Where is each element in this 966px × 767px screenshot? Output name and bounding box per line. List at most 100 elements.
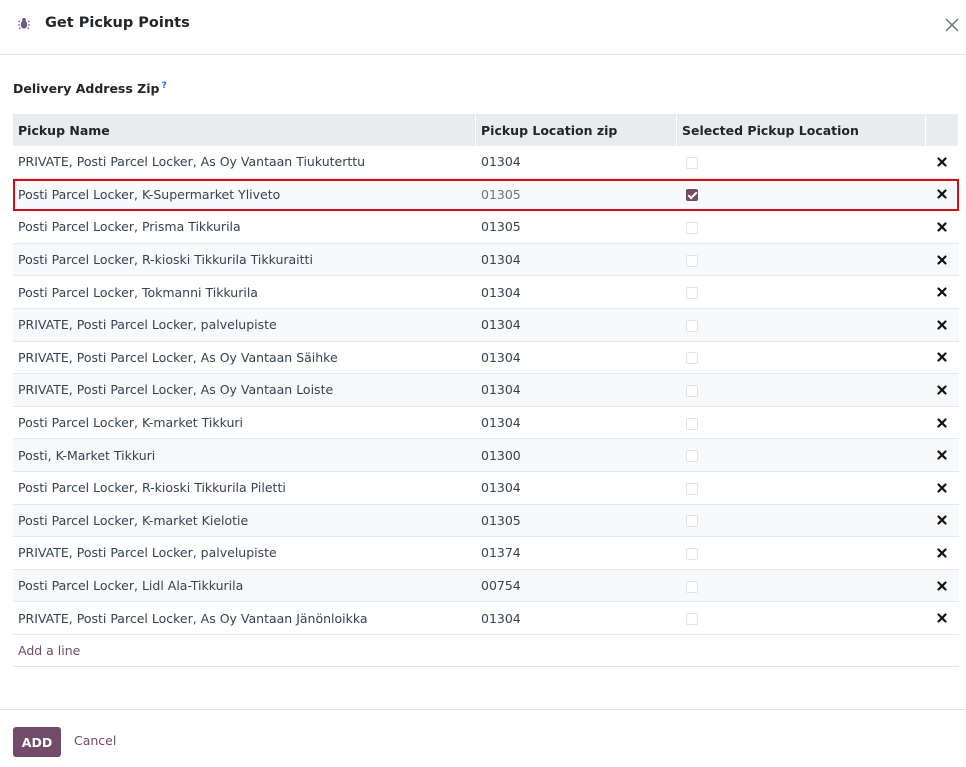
- selected-checkbox[interactable]: [686, 547, 698, 560]
- table-row[interactable]: Posti Parcel Locker, Tokmanni Tikkurila 0…: [13, 276, 959, 309]
- selected-cell: [677, 545, 926, 560]
- pickup-name-cell[interactable]: PRIVATE, Posti Parcel Locker, As Oy Vant…: [13, 611, 476, 626]
- pickup-zip-cell[interactable]: 01304: [476, 611, 677, 626]
- delete-row-button[interactable]: [926, 222, 959, 232]
- delete-row-button[interactable]: [926, 417, 959, 428]
- pickup-name-cell[interactable]: PRIVATE, Posti Parcel Locker, As Oy Vant…: [13, 154, 476, 169]
- selected-checkbox[interactable]: [686, 515, 698, 528]
- table-header: Pickup Name Pickup Location zip Selected…: [13, 114, 959, 146]
- selected-cell: [677, 448, 926, 463]
- table-row[interactable]: Posti Parcel Locker, Prisma Tikkurila 013…: [13, 211, 959, 244]
- delete-row-button[interactable]: [926, 287, 959, 297]
- pickup-zip-cell[interactable]: 01304: [476, 252, 677, 267]
- add-line-link[interactable]: Add a line: [18, 643, 80, 658]
- delete-x-icon: [937, 189, 947, 199]
- selected-checkbox[interactable]: [686, 254, 698, 267]
- delete-row-button[interactable]: [926, 254, 959, 265]
- close-icon[interactable]: [941, 14, 963, 36]
- pickup-name-cell[interactable]: Posti Parcel Locker, Lidl Ala-Tikkurila: [13, 578, 476, 593]
- delete-row-button[interactable]: [926, 189, 959, 199]
- delete-x-icon: [937, 450, 947, 460]
- delete-row-button[interactable]: [926, 352, 959, 362]
- pickup-zip-cell[interactable]: 01304: [476, 382, 677, 397]
- selected-cell: [677, 219, 926, 234]
- pickup-zip-cell[interactable]: 01305: [476, 513, 677, 528]
- delete-x-icon: [937, 417, 947, 428]
- delete-x-icon: [937, 515, 947, 525]
- pickup-name-cell[interactable]: Posti Parcel Locker, K-market Tikkuri: [13, 415, 476, 430]
- pickup-name-cell[interactable]: PRIVATE, Posti Parcel Locker, palvelupis…: [13, 317, 476, 332]
- pickup-zip-cell[interactable]: 01305: [476, 187, 677, 202]
- pickup-name-cell[interactable]: Posti Parcel Locker, Tokmanni Tikkurila: [13, 285, 476, 300]
- pickup-name-cell[interactable]: Posti Parcel Locker, R-kioski Tikkurila …: [13, 480, 476, 495]
- table-row[interactable]: Posti Parcel Locker, Lidl Ala-Tikkurila 0…: [13, 569, 959, 603]
- pickup-zip-cell[interactable]: 01304: [476, 480, 677, 495]
- table-row[interactable]: Posti Parcel Locker, K-market Kielotie 01…: [13, 504, 959, 538]
- delete-row-button[interactable]: [926, 515, 959, 525]
- selected-cell: [677, 252, 926, 267]
- pickup-zip-cell[interactable]: 01304: [476, 285, 677, 300]
- table-row[interactable]: PRIVATE, Posti Parcel Locker, As Oy Vant…: [13, 374, 959, 407]
- table-row[interactable]: PRIVATE, Posti Parcel Locker, palvelupis…: [13, 308, 959, 342]
- pickup-name-cell[interactable]: Posti, K-Market Tikkuri: [13, 448, 476, 463]
- selected-cell: [677, 415, 926, 430]
- pickup-name-cell[interactable]: Posti Parcel Locker, K-Supermarket Ylive…: [13, 187, 476, 202]
- selected-checkbox[interactable]: [686, 156, 698, 169]
- selected-checkbox[interactable]: [686, 287, 698, 300]
- pickup-zip-cell[interactable]: 01305: [476, 219, 677, 234]
- selected-checkbox[interactable]: [686, 482, 698, 495]
- selected-checkbox[interactable]: [686, 384, 698, 397]
- delete-row-button[interactable]: [926, 385, 959, 395]
- cancel-button[interactable]: Cancel: [74, 733, 116, 748]
- table-row[interactable]: PRIVATE, Posti Parcel Locker, As Oy Vant…: [13, 146, 959, 179]
- table-row[interactable]: PRIVATE, Posti Parcel Locker, palvelupis…: [13, 537, 959, 570]
- pickup-zip-cell[interactable]: 01300: [476, 448, 677, 463]
- delete-x-icon: [937, 613, 947, 623]
- help-marker[interactable]: ?: [161, 81, 166, 91]
- delete-row-button[interactable]: [926, 548, 959, 558]
- selected-checkbox[interactable]: [686, 450, 698, 463]
- delete-row-button[interactable]: [926, 580, 959, 591]
- selected-checkbox[interactable]: [686, 613, 698, 626]
- delete-row-button[interactable]: [926, 320, 959, 330]
- delete-x-icon: [937, 352, 947, 362]
- pickup-zip-cell[interactable]: 01304: [476, 154, 677, 169]
- selected-checkbox[interactable]: [686, 221, 698, 234]
- selected-cell: [677, 154, 926, 169]
- pickup-name-cell[interactable]: Posti Parcel Locker, R-kioski Tikkurila …: [13, 252, 476, 267]
- table-row[interactable]: Posti Parcel Locker, K-Supermarket Ylive…: [13, 178, 959, 212]
- selected-checkbox[interactable]: [686, 319, 698, 332]
- table-row[interactable]: PRIVATE, Posti Parcel Locker, As Oy Vant…: [13, 342, 959, 375]
- add-button[interactable]: ADD: [13, 727, 61, 757]
- pickup-zip-cell[interactable]: 00754: [476, 578, 677, 593]
- pickup-name-cell[interactable]: PRIVATE, Posti Parcel Locker, As Oy Vant…: [13, 382, 476, 397]
- selected-cell: [677, 317, 926, 332]
- pickup-name-cell[interactable]: Posti Parcel Locker, K-market Kielotie: [13, 513, 476, 528]
- selected-checkbox[interactable]: [686, 580, 698, 593]
- delete-row-button[interactable]: [926, 483, 959, 493]
- pickup-zip-cell[interactable]: 01304: [476, 350, 677, 365]
- column-header-selected[interactable]: Selected Pickup Location: [677, 114, 926, 146]
- pickup-name-cell[interactable]: Posti Parcel Locker, Prisma Tikkurila: [13, 219, 476, 234]
- delivery-zip-label: Delivery Address Zip?: [13, 81, 167, 96]
- table-row[interactable]: Posti, K-Market Tikkuri 01300: [13, 439, 959, 472]
- selected-checkbox[interactable]: [686, 417, 698, 430]
- pickup-zip-cell[interactable]: 01304: [476, 415, 677, 430]
- pickup-name-cell[interactable]: PRIVATE, Posti Parcel Locker, palvelupis…: [13, 545, 476, 560]
- table-row[interactable]: Posti Parcel Locker, R-kioski Tikkurila …: [13, 472, 959, 505]
- delete-row-button[interactable]: [926, 450, 959, 460]
- delivery-zip-label-text: Delivery Address Zip: [13, 81, 160, 97]
- column-header-pickup-name[interactable]: Pickup Name: [13, 114, 476, 146]
- table-row[interactable]: Posti Parcel Locker, K-market Tikkuri 013…: [13, 407, 959, 440]
- selected-checkbox[interactable]: [686, 189, 698, 202]
- table-row[interactable]: PRIVATE, Posti Parcel Locker, As Oy Vant…: [13, 602, 959, 635]
- table-row[interactable]: Posti Parcel Locker, R-kioski Tikkurila …: [13, 243, 959, 277]
- pickup-name-cell[interactable]: PRIVATE, Posti Parcel Locker, As Oy Vant…: [13, 350, 476, 365]
- selected-checkbox[interactable]: [686, 352, 698, 365]
- delete-row-button[interactable]: [926, 613, 959, 623]
- pickup-zip-cell[interactable]: 01374: [476, 545, 677, 560]
- pickup-zip-cell[interactable]: 01304: [476, 317, 677, 332]
- delete-row-button[interactable]: [926, 157, 959, 167]
- table-body: PRIVATE, Posti Parcel Locker, As Oy Vant…: [13, 146, 959, 635]
- column-header-pickup-zip[interactable]: Pickup Location zip: [476, 114, 677, 146]
